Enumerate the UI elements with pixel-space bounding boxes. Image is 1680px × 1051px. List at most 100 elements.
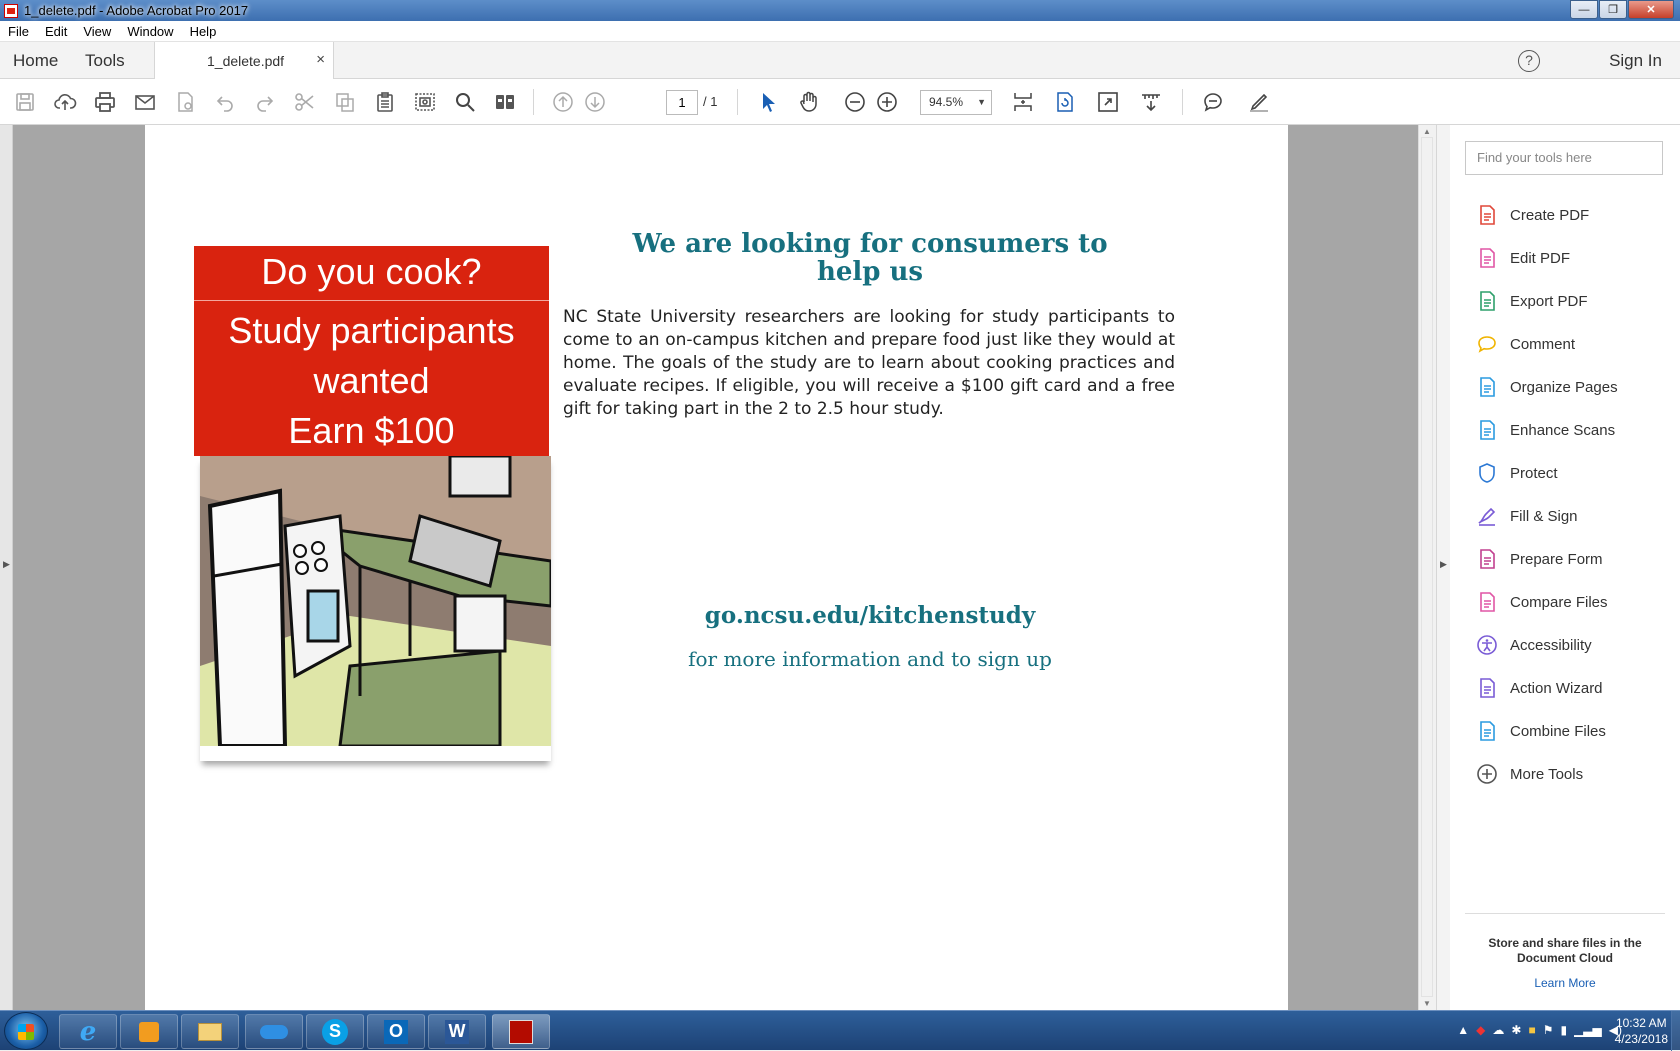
learn-more-link[interactable]: Learn More (1465, 976, 1665, 990)
tool-accessibility[interactable]: Accessibility (1476, 630, 1666, 660)
scroll-mode-icon[interactable] (1139, 90, 1163, 114)
bluetooth-icon[interactable]: ✱ (1511, 1023, 1521, 1037)
comment-icon[interactable] (1201, 90, 1225, 114)
sign-in-button[interactable]: Sign In (1609, 51, 1662, 71)
acrobat-icon[interactable] (492, 1014, 550, 1049)
outlook-icon[interactable]: O (367, 1014, 425, 1049)
copy-icon[interactable] (333, 90, 357, 114)
upload-cloud-icon[interactable] (53, 90, 77, 114)
main-toolbar: 1 / 1 94.5% ▼ (0, 79, 1680, 125)
word-icon[interactable]: W (428, 1014, 486, 1049)
tool-label: Edit PDF (1510, 249, 1571, 267)
tool-action-wizard[interactable]: Action Wizard (1476, 673, 1666, 703)
search-icon[interactable] (453, 90, 477, 114)
menu-window[interactable]: Window (119, 24, 181, 39)
cloud-promo-line-1: Store and share files in the (1488, 936, 1642, 950)
tool-fill-sign[interactable]: Fill & Sign (1476, 501, 1666, 531)
skype-icon[interactable]: S (306, 1014, 364, 1049)
paste-icon[interactable] (373, 90, 397, 114)
tool-label: Comment (1510, 335, 1576, 353)
system-clock[interactable]: 10:32 AM 4/23/2018 (1615, 1015, 1668, 1047)
tool-edit-pdf[interactable]: Edit PDF (1476, 243, 1666, 273)
show-desktop-button[interactable] (1671, 1011, 1680, 1051)
flag-icon[interactable]: ⚑ (1543, 1023, 1554, 1037)
edit-pdf-icon (1476, 247, 1498, 269)
cloud-sync-icon[interactable]: ☁ (1492, 1023, 1504, 1037)
internet-explorer-icon[interactable]: e (59, 1014, 117, 1049)
email-icon[interactable] (133, 90, 157, 114)
menu-edit[interactable]: Edit (37, 24, 75, 39)
scroll-down-icon[interactable]: ▼ (1423, 999, 1431, 1008)
close-window-button[interactable]: ✕ (1628, 0, 1674, 19)
help-icon[interactable]: ? (1518, 50, 1540, 72)
vertical-scrollbar[interactable]: ▲ ▼ (1418, 125, 1436, 1010)
right-pane-toggle[interactable]: ▶ (1436, 125, 1450, 1010)
tool-organize-pages[interactable]: Organize Pages (1476, 372, 1666, 402)
find-tools-input[interactable]: Find your tools here (1465, 141, 1663, 175)
tray-expand-icon[interactable]: ▲ (1457, 1023, 1469, 1037)
tool-comment[interactable]: Comment (1476, 329, 1666, 359)
zoom-level-select[interactable]: 94.5% ▼ (920, 90, 992, 115)
tab-document[interactable]: 1_delete.pdf × (154, 42, 334, 79)
toolbar-separator (1182, 89, 1183, 115)
start-button[interactable] (4, 1012, 48, 1050)
scroll-up-icon[interactable]: ▲ (1423, 127, 1431, 136)
previous-page-icon[interactable] (551, 90, 575, 114)
compare-icon[interactable] (493, 90, 517, 114)
cut-icon[interactable] (293, 90, 317, 114)
select-cursor-icon[interactable] (757, 90, 781, 114)
antivirus-icon[interactable]: ◆ (1476, 1023, 1485, 1037)
print-icon[interactable] (93, 90, 117, 114)
study-url: go.ncsu.edu/kitchenstudy (704, 602, 1036, 629)
organize-pages-icon (1476, 376, 1498, 398)
next-page-icon[interactable] (583, 90, 607, 114)
tools-pane-divider (1465, 913, 1665, 914)
snapshot-icon[interactable] (413, 90, 437, 114)
document-tab-label: 1_delete.pdf (207, 53, 285, 69)
tool-combine-files[interactable]: Combine Files (1476, 716, 1666, 746)
tab-home[interactable]: Home (13, 51, 58, 71)
page-number-input[interactable]: 1 (666, 90, 698, 115)
redo-icon[interactable] (253, 90, 277, 114)
tab-tools[interactable]: Tools (85, 51, 125, 71)
tool-create-pdf[interactable]: Create PDF (1476, 200, 1666, 230)
close-tab-button[interactable]: × (316, 51, 325, 68)
tool-more-tools[interactable]: More Tools (1476, 759, 1666, 789)
tool-label: Organize Pages (1510, 378, 1618, 396)
tool-prepare-form[interactable]: Prepare Form (1476, 544, 1666, 574)
onedrive-icon[interactable] (245, 1014, 303, 1049)
undo-icon[interactable] (213, 90, 237, 114)
zoom-in-icon[interactable] (875, 90, 899, 114)
banner-headline: Do you cook? (261, 251, 482, 292)
minimize-button[interactable]: — (1570, 0, 1598, 19)
tool-compare-files[interactable]: Compare Files (1476, 587, 1666, 617)
rotate-view-icon[interactable] (1053, 90, 1077, 114)
tool-protect[interactable]: Protect (1476, 458, 1666, 488)
clock-time: 10:32 AM (1615, 1016, 1667, 1030)
media-player-icon[interactable] (120, 1014, 178, 1049)
tools-pane: Find your tools here Create PDF Edit PDF E… (1450, 125, 1680, 1010)
menu-help[interactable]: Help (182, 24, 225, 39)
save-icon[interactable] (13, 90, 37, 114)
maximize-button[interactable]: ❐ (1599, 0, 1627, 19)
menu-view[interactable]: View (75, 24, 119, 39)
battery-icon[interactable]: ▮ (1560, 1023, 1567, 1037)
fit-page-icon[interactable] (1011, 90, 1035, 114)
full-screen-icon[interactable] (1096, 90, 1120, 114)
network-icon[interactable]: ▁▃▅ (1574, 1023, 1602, 1037)
file-explorer-icon[interactable] (181, 1014, 239, 1049)
document-settings-icon[interactable] (173, 90, 197, 114)
left-pane-toggle[interactable]: ▶ (0, 125, 13, 1010)
tool-export-pdf[interactable]: Export PDF (1476, 286, 1666, 316)
highlight-pen-icon[interactable] (1247, 90, 1271, 114)
system-tray: ▲ ◆ ☁ ✱ ■ ⚑ ▮ ▁▃▅ ◀) (1457, 1023, 1622, 1037)
hand-tool-icon[interactable] (797, 90, 821, 114)
zoom-out-icon[interactable] (843, 90, 867, 114)
scrollbar-thumb[interactable] (1421, 137, 1433, 997)
lock-icon[interactable]: ■ (1528, 1023, 1535, 1037)
tool-enhance-scans[interactable]: Enhance Scans (1476, 415, 1666, 445)
tool-label: Export PDF (1510, 292, 1588, 310)
export-pdf-icon (1476, 290, 1498, 312)
menu-file[interactable]: File (0, 24, 37, 39)
tab-bar: Home Tools 1_delete.pdf × ? Sign In (0, 42, 1680, 79)
